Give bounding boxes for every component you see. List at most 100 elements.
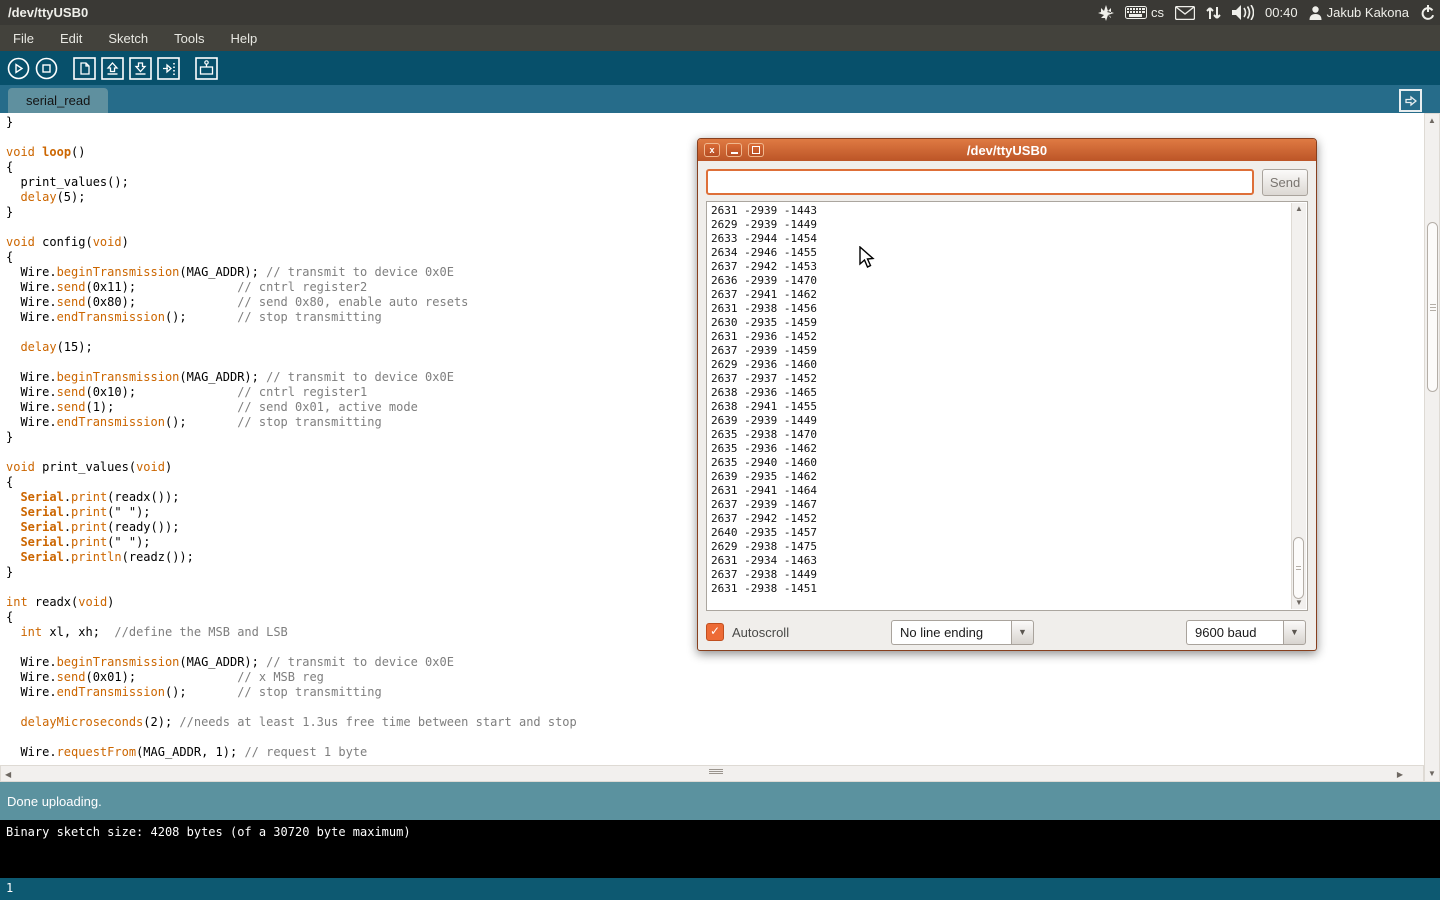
serial-scroll-up-icon[interactable]: ▲ [1292,205,1306,213]
serial-row: 2629 -2936 -1460 [711,358,817,372]
ide-menubar: File Edit Sketch Tools Help [0,25,1440,51]
user-menu[interactable]: Jakub Kakona [1309,5,1409,20]
tab-menu-button[interactable] [1399,89,1422,112]
serial-monitor-bottom-bar: ✓ Autoscroll No line ending ▼ 9600 baud … [698,613,1316,651]
console-message: Binary sketch size: 4208 bytes (of a 307… [6,825,411,839]
close-window-button[interactable]: x [704,143,720,157]
serial-row: 2640 -2935 -1457 [711,526,817,540]
save-sketch-button[interactable] [128,56,152,80]
tab-label: serial_read [26,93,90,108]
menu-edit[interactable]: Edit [47,27,95,50]
menu-tools[interactable]: Tools [161,27,217,50]
serial-row: 2637 -2937 -1452 [711,372,817,386]
serial-row: 2631 -2938 -1451 [711,582,817,596]
serial-row: 2634 -2946 -1455 [711,246,817,260]
serial-row: 2631 -2936 -1452 [711,330,817,344]
code-line: Wire.endTransmission(); // stop transmit… [6,685,1424,700]
editor-vscroll-thumb[interactable] [1427,222,1438,392]
serial-row: 2637 -2942 -1452 [711,512,817,526]
serial-scrollbar[interactable]: ▲ ▼ [1291,203,1306,609]
scroll-down-arrow-icon[interactable]: ▼ [1425,770,1439,778]
serial-send-input[interactable] [706,169,1254,195]
code-line [6,700,1424,715]
serial-monitor-button[interactable] [194,56,218,80]
tab-menu-arrow-icon [1405,95,1417,107]
clock[interactable]: 00:40 [1265,5,1298,20]
editor-tabstrip: serial_read [0,85,1440,113]
serial-monitor-titlebar[interactable]: x /dev/ttyUSB0 [698,139,1316,161]
baud-rate-dropdown[interactable]: 9600 baud ▼ [1186,620,1306,645]
maximize-window-button[interactable] [748,143,764,157]
serial-row: 2638 -2936 -1465 [711,386,817,400]
code-line: Wire.requestFrom(MAG_ADDR, 1); // reques… [6,745,1424,760]
code-line [6,730,1424,745]
serial-row: 2637 -2939 -1467 [711,498,817,512]
serial-scroll-thumb[interactable] [1293,537,1304,599]
ide-status-bar: Done uploading. [0,782,1440,820]
mail-indicator-icon[interactable] [1175,6,1195,20]
open-sketch-button[interactable] [100,56,124,80]
serial-output-rows: 2631 -2939 -14432629 -2939 -14492633 -29… [711,204,817,596]
serial-row: 2638 -2941 -1455 [711,400,817,414]
menu-file[interactable]: File [0,27,47,50]
serial-input-row: Send [698,161,1316,203]
desktop-panel: /dev/ttyUSB0 cs 00:40 Jakub Kakona [0,0,1440,25]
volume-indicator-icon[interactable] [1232,5,1254,20]
serial-row: 2631 -2941 -1464 [711,484,817,498]
line-ending-dropdown[interactable]: No line ending ▼ [891,620,1034,645]
line-ending-arrow-button[interactable]: ▼ [1011,620,1034,645]
serial-row: 2639 -2939 -1449 [711,414,817,428]
panel-window-title: /dev/ttyUSB0 [8,5,88,20]
scroll-right-arrow-icon[interactable]: ▶ [1397,770,1403,779]
keyboard-layout-indicator[interactable]: cs [1125,5,1164,20]
pane-divider-grip[interactable] [706,769,726,777]
code-line: Wire.beginTransmission(MAG_ADDR); // tra… [6,655,1424,670]
code-line: delayMicroseconds(2); //needs at least 1… [6,715,1424,730]
current-line-indicator: 1 [6,881,13,895]
menu-sketch[interactable]: Sketch [95,27,161,50]
upload-button[interactable] [156,56,180,80]
serial-row: 2635 -2940 -1460 [711,456,817,470]
code-line: } [6,115,1424,130]
network-indicator-icon[interactable] [1206,5,1221,21]
serial-scroll-down-icon[interactable]: ▼ [1292,599,1306,607]
verify-button[interactable] [6,56,30,80]
stop-button[interactable] [34,56,58,80]
username: Jakub Kakona [1327,5,1409,20]
serial-row: 2629 -2939 -1449 [711,218,817,232]
serial-monitor-window: x /dev/ttyUSB0 Send 2631 -2939 -14432629… [697,138,1317,651]
editor-vertical-scrollbar[interactable]: ▲ ▼ [1424,113,1440,782]
baud-rate-value[interactable]: 9600 baud [1186,620,1283,645]
serial-output-area[interactable]: 2631 -2939 -14432629 -2939 -14492633 -29… [706,201,1308,611]
minimize-window-button[interactable] [726,143,742,157]
serial-row: 2637 -2942 -1453 [711,260,817,274]
menu-help[interactable]: Help [217,27,270,50]
scroll-left-arrow-icon[interactable]: ◀ [5,770,11,779]
serial-row: 2631 -2934 -1463 [711,554,817,568]
serial-row: 2635 -2936 -1462 [711,442,817,456]
serial-row: 2639 -2935 -1462 [711,470,817,484]
baud-rate-arrow-button[interactable]: ▼ [1283,620,1306,645]
ide-console: Binary sketch size: 4208 bytes (of a 307… [0,820,1440,878]
system-tray: cs 00:40 Jakub Kakona [1098,0,1436,25]
pinwheel-indicator-icon[interactable] [1098,5,1114,21]
status-message: Done uploading. [7,794,102,809]
tab-serial-read[interactable]: serial_read [8,88,108,113]
line-ending-value[interactable]: No line ending [891,620,1011,645]
line-number-bar: 1 [0,878,1440,900]
new-sketch-button[interactable] [72,56,96,80]
autoscroll-checkbox[interactable]: ✓ [706,623,724,641]
send-button[interactable]: Send [1262,169,1308,196]
serial-row: 2636 -2939 -1470 [711,274,817,288]
keyboard-layout-code: cs [1151,5,1164,20]
serial-row: 2630 -2935 -1459 [711,316,817,330]
power-menu-icon[interactable] [1420,5,1436,21]
scroll-up-arrow-icon[interactable]: ▲ [1425,117,1439,125]
keyboard-icon [1125,6,1147,19]
serial-row: 2637 -2938 -1449 [711,568,817,582]
minimize-icon [731,152,738,154]
serial-row: 2637 -2939 -1459 [711,344,817,358]
user-icon [1309,6,1322,20]
code-line: Wire.send(0x01); // x MSB reg [6,670,1424,685]
ide-toolbar [0,51,1440,85]
